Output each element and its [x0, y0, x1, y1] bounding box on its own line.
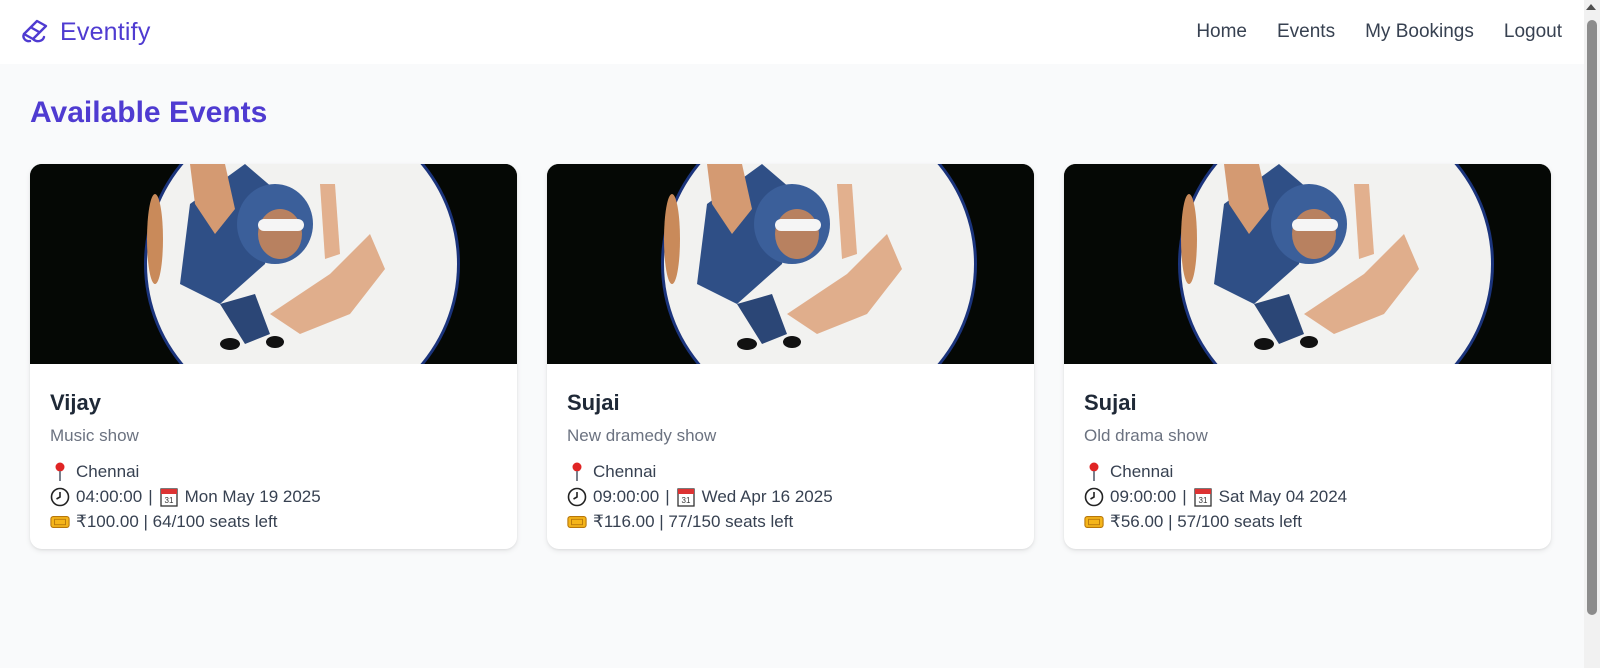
event-meta: Chennai 09:00:00 | 31 Wed Apr 16 2025 ₹1… [567, 459, 1014, 534]
event-description: Music show [50, 426, 139, 445]
event-price-seats: ₹116.00 | 77/150 seats left [593, 512, 794, 531]
event-title: Sujai [1084, 390, 1137, 415]
brand-name: Eventify [60, 17, 151, 46]
nav-home-link[interactable]: Home [1196, 21, 1247, 43]
separator: | [665, 487, 670, 506]
event-price-seats: ₹100.00 | 64/100 seats left [76, 512, 278, 531]
calendar-icon: 31 [676, 487, 696, 507]
clock-icon [1084, 487, 1104, 507]
event-card-body: Sujai New dramedy show Chennai 09:00:00 … [547, 364, 1034, 534]
brand-logo-link[interactable]: Eventify [20, 17, 151, 47]
event-location: Chennai [76, 462, 140, 481]
pin-icon [1084, 462, 1104, 482]
event-image [547, 164, 1034, 364]
event-location-row: Chennai [1084, 459, 1531, 484]
event-card[interactable]: Vijay Music show Chennai 04:00:00 | 31 M… [30, 164, 517, 549]
event-card-body: Vijay Music show Chennai 04:00:00 | 31 M… [30, 364, 517, 534]
calendar-icon: 31 [1193, 487, 1213, 507]
event-location: Chennai [1110, 462, 1174, 481]
scroll-up-arrow-icon[interactable] [1586, 4, 1596, 10]
ticket-icon [20, 17, 50, 47]
event-description: Old drama show [1084, 426, 1208, 445]
nav-logout-link[interactable]: Logout [1504, 21, 1562, 43]
ticket-icon [1084, 512, 1104, 532]
event-date: Mon May 19 2025 [184, 487, 321, 506]
event-price-seats: ₹56.00 | 57/100 seats left [1110, 512, 1302, 531]
calendar-icon: 31 [159, 487, 179, 507]
svg-text:31: 31 [164, 496, 173, 505]
separator: | [148, 487, 153, 506]
nav-links: Home Events My Bookings Logout [1196, 21, 1562, 43]
nav-events-link[interactable]: Events [1277, 21, 1335, 43]
event-card[interactable]: Sujai Old drama show Chennai 09:00:00 | [1064, 164, 1551, 549]
event-location: Chennai [593, 462, 657, 481]
event-card-body: Sujai Old drama show Chennai 09:00:00 | [1064, 364, 1551, 534]
clock-icon [50, 487, 70, 507]
event-price-row: ₹100.00 | 64/100 seats left [50, 509, 497, 534]
event-time: 09:00:00 [593, 487, 660, 506]
event-price-row: ₹56.00 | 57/100 seats left [1084, 509, 1531, 534]
event-meta: Chennai 09:00:00 | 31 Sat May 04 2024 ₹5… [1084, 459, 1531, 534]
navbar: Eventify Home Events My Bookings Logout [0, 0, 1584, 64]
event-description: New dramedy show [567, 426, 717, 445]
pin-icon [567, 462, 587, 482]
event-meta: Chennai 04:00:00 | 31 Mon May 19 2025 ₹1… [50, 459, 497, 534]
svg-text:31: 31 [1198, 496, 1207, 505]
event-time: 04:00:00 [76, 487, 143, 506]
event-card[interactable]: Sujai New dramedy show Chennai 09:00:00 … [547, 164, 1034, 549]
event-location-row: Chennai [50, 459, 497, 484]
event-date: Wed Apr 16 2025 [701, 487, 833, 506]
event-datetime-row: 09:00:00 | 31 Wed Apr 16 2025 [567, 484, 1014, 509]
svg-text:31: 31 [681, 496, 690, 505]
event-card-list: Vijay Music show Chennai 04:00:00 | 31 M… [30, 164, 1551, 549]
event-title: Sujai [567, 390, 620, 415]
page-title: Available Events [30, 96, 268, 129]
event-location-row: Chennai [567, 459, 1014, 484]
ticket-icon [567, 512, 587, 532]
event-image [1064, 164, 1551, 364]
event-price-row: ₹116.00 | 77/150 seats left [567, 509, 1014, 534]
event-title: Vijay [50, 390, 101, 415]
event-date: Sat May 04 2024 [1218, 487, 1348, 506]
event-time: 09:00:00 [1110, 487, 1177, 506]
ticket-icon [50, 512, 70, 532]
nav-my-bookings-link[interactable]: My Bookings [1365, 21, 1474, 43]
scrollbar-thumb[interactable] [1587, 20, 1597, 615]
scrollbar[interactable] [1584, 0, 1600, 668]
separator: | [1182, 487, 1187, 506]
event-datetime-row: 09:00:00 | 31 Sat May 04 2024 [1084, 484, 1531, 509]
pin-icon [50, 462, 70, 482]
event-datetime-row: 04:00:00 | 31 Mon May 19 2025 [50, 484, 497, 509]
clock-icon [567, 487, 587, 507]
event-image [30, 164, 517, 364]
